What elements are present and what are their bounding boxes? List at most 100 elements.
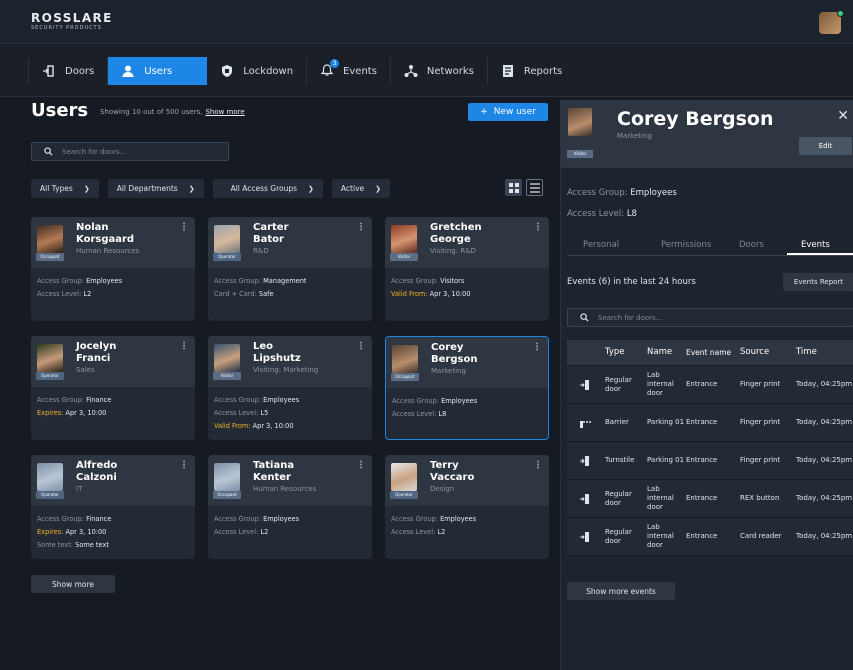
- more-options-icon[interactable]: • • •: [535, 341, 539, 354]
- user-department: Visiting: Marketing: [253, 366, 319, 374]
- tab-doors[interactable]: Doors: [725, 240, 787, 255]
- filter-bar: All Types ❯ All Departments ❯ All Access G…: [31, 179, 390, 198]
- filter-access-groups[interactable]: All Access Groups ❯: [212, 179, 323, 198]
- new-user-button[interactable]: + New user: [468, 103, 548, 121]
- table-row[interactable]: Regular door Lab internal door Entrance Fin…: [567, 366, 853, 404]
- more-options-icon[interactable]: • • •: [359, 459, 363, 472]
- grid-view-button[interactable]: [505, 179, 522, 196]
- user-name: Carter Bator: [253, 222, 353, 246]
- user-department: Marketing: [617, 132, 652, 140]
- tab-events[interactable]: 3 Events: [307, 57, 391, 85]
- user-card[interactable]: Operator Terry Vaccaro Design • • • Access Grou…: [385, 455, 549, 559]
- cell-source: Finger print: [740, 380, 781, 388]
- column-header-event-name[interactable]: Event name: [686, 348, 733, 357]
- detail-key: Card + Card:: [214, 290, 257, 298]
- tab-lockdown[interactable]: Lockdown: [207, 57, 308, 85]
- events-report-button[interactable]: Events Report: [783, 273, 853, 291]
- more-options-icon[interactable]: • • •: [536, 221, 540, 234]
- show-more-events-button[interactable]: Show more events: [567, 582, 675, 600]
- user-type-tag: Occupant: [391, 373, 419, 381]
- more-options-icon[interactable]: • • •: [182, 340, 186, 353]
- show-more-link[interactable]: Show more: [205, 108, 244, 116]
- more-options-icon[interactable]: • • •: [182, 459, 186, 472]
- events-rows: Regular door Lab internal door Entrance Fin…: [567, 366, 853, 556]
- report-icon: [502, 65, 513, 77]
- cell-name: Parking 01: [647, 418, 685, 426]
- detail-value: Apr 3, 10:00: [65, 528, 107, 536]
- tab-reports[interactable]: Reports: [488, 57, 575, 85]
- user-card[interactable]: Visitor Leo Lipshutz Visiting: Marketing • • •…: [208, 336, 372, 440]
- user-name: Terry Vaccaro: [430, 460, 530, 484]
- detail-value: Some text: [75, 541, 109, 549]
- online-status-dot: [837, 10, 844, 17]
- grid-icon: [508, 182, 519, 193]
- detail-key: Expires:: [37, 528, 64, 536]
- user-name: Corey Bergson: [431, 342, 531, 366]
- user-type-tag: Operator: [36, 372, 64, 380]
- tab-permissions[interactable]: Permissions: [639, 240, 725, 255]
- cell-name: Lab internal door: [647, 485, 674, 511]
- list-icon: [529, 182, 540, 193]
- tab-label: Reports: [523, 65, 563, 77]
- user-detail-panel: Visitor Corey Bergson Marketing ✕ Edit A…: [560, 100, 853, 670]
- user-photo: [37, 225, 63, 253]
- cell-event-name: Entrance: [686, 494, 718, 502]
- search-input[interactable]: Search for doors...: [31, 142, 229, 161]
- detail-value: Apr 3, 10:00: [252, 422, 294, 430]
- tab-personal[interactable]: Personal: [567, 240, 639, 255]
- detail-key: Valid From:: [214, 422, 251, 430]
- user-department: Sales: [76, 366, 95, 374]
- filter-types[interactable]: All Types ❯: [31, 179, 99, 198]
- user-department: Visiting: R&D: [430, 247, 477, 255]
- user-card[interactable]: Occupant Corey Bergson Marketing • • • Access G…: [385, 336, 549, 440]
- column-header-source[interactable]: Source: [733, 348, 789, 357]
- cell-event-name: Entrance: [686, 456, 718, 464]
- user-card[interactable]: Operator Alfredo Calzoni IT • • • Access Group:…: [31, 455, 195, 559]
- tab-doors[interactable]: Doors: [28, 57, 109, 85]
- more-options-icon[interactable]: • • •: [359, 340, 363, 353]
- close-icon[interactable]: ✕: [837, 108, 849, 124]
- column-header-name[interactable]: Name: [647, 348, 686, 357]
- detail-value: Finance: [86, 515, 112, 523]
- user-card[interactable]: Occupant Tatiana Kenter Human Resources • • • A…: [208, 455, 372, 559]
- show-more-button[interactable]: Show more: [31, 575, 115, 593]
- tab-networks[interactable]: Networks: [391, 57, 488, 85]
- more-options-icon[interactable]: • • •: [182, 221, 186, 234]
- rosslare-logo[interactable]: ROSSLARE SECURITY PRODUCTS: [31, 12, 113, 31]
- detail-key: Access Group:: [391, 515, 438, 523]
- detail-key: Access Level:: [392, 410, 437, 418]
- user-card[interactable]: Operator Jocelyn Franci Sales • • • Access Grou…: [31, 336, 195, 440]
- card-header: Occupant Corey Bergson Marketing • • •: [386, 337, 548, 388]
- more-options-icon[interactable]: • • •: [359, 221, 363, 234]
- last-name: George: [430, 234, 471, 245]
- first-name: Carter: [253, 222, 289, 233]
- filter-departments[interactable]: All Departments ❯: [107, 179, 204, 198]
- table-row[interactable]: Regular door Lab internal door Entrance REX…: [567, 480, 853, 518]
- list-view-button[interactable]: [526, 179, 543, 196]
- column-header-time[interactable]: Time: [789, 348, 853, 357]
- more-options-icon[interactable]: • • •: [536, 459, 540, 472]
- table-row[interactable]: Turnstile Parking 01 Entrance Finger print T…: [567, 442, 853, 480]
- events-search-input[interactable]: Search for doors...: [567, 308, 853, 327]
- detail-value: Employees: [86, 277, 123, 285]
- user-department: Human Resources: [253, 485, 317, 493]
- tab-events[interactable]: Events: [787, 240, 853, 255]
- table-row[interactable]: Barrier Parking 01 Entrance Finger print Tod…: [567, 404, 853, 442]
- user-department: IT: [76, 485, 83, 493]
- current-user-avatar[interactable]: [819, 10, 844, 34]
- tab-users[interactable]: Users: [108, 57, 208, 85]
- detail-line: Access Group: Employees: [214, 394, 366, 407]
- detail-key: Access Group:: [37, 515, 84, 523]
- column-header-type[interactable]: Type: [602, 348, 647, 357]
- user-card[interactable]: Visitor Gretchen George Visiting: R&D • • • Acc…: [385, 217, 549, 321]
- user-card[interactable]: Operator Carter Bator R&D • • • Access Group: M…: [208, 217, 372, 321]
- table-row[interactable]: Regular door Lab internal door Entrance Car…: [567, 518, 853, 556]
- filter-status[interactable]: Active ❯: [331, 179, 390, 198]
- card-header: Operator Carter Bator R&D • • •: [208, 217, 372, 268]
- access-group-line: Access Group: Employees: [567, 188, 677, 198]
- user-card[interactable]: Occupant Nolan Korsgaard Human Resources • • •…: [31, 217, 195, 321]
- edit-button[interactable]: Edit: [799, 137, 852, 155]
- filter-label: All Access Groups: [230, 184, 298, 193]
- access-level-line: Access Level: L8: [567, 209, 637, 219]
- detail-line: Access Group: Management: [214, 275, 366, 288]
